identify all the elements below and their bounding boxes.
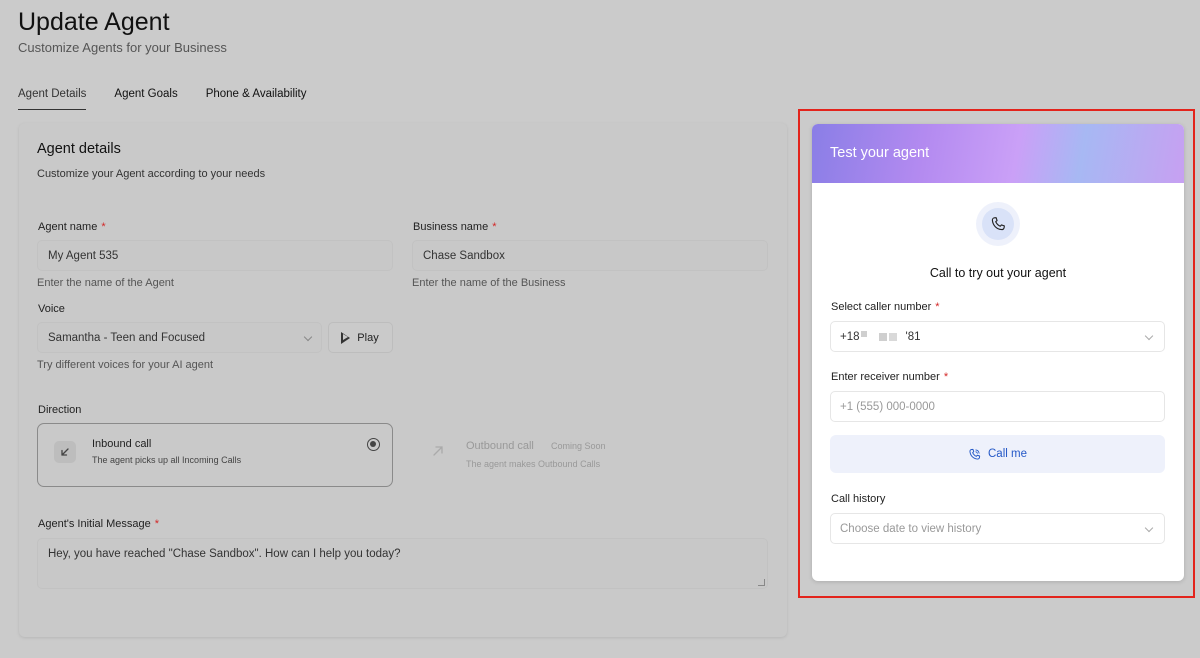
- redacted-block: [878, 332, 887, 341]
- caller-number-prefix: +18: [840, 330, 860, 343]
- agent-name-input[interactable]: My Agent 535: [37, 240, 393, 271]
- chevron-down-icon: [1144, 523, 1154, 533]
- inbound-radio[interactable]: [367, 438, 380, 451]
- call-me-button[interactable]: Call me: [830, 435, 1165, 473]
- test-agent-card: Test your agent Call to try out your age…: [812, 124, 1184, 581]
- voice-label: Voice: [38, 303, 65, 315]
- play-button-label: Play: [357, 331, 379, 344]
- voice-help: Try different voices for your AI agent: [37, 359, 214, 371]
- redacted-block: [888, 332, 897, 341]
- play-icon: [341, 331, 351, 344]
- inbound-call-desc: The agent picks up all Incoming Calls: [92, 455, 242, 465]
- outbound-call-desc: The agent makes Outbound Calls: [466, 459, 601, 469]
- test-agent-title: Test your agent: [830, 145, 930, 161]
- call-history-select[interactable]: Choose date to view history: [830, 513, 1165, 544]
- tab-bar: Agent Details Agent Goals Phone & Availa…: [18, 88, 307, 110]
- initial-message-value: Hey, you have reached "Chase Sandbox". H…: [48, 548, 401, 560]
- section-title: Agent details: [37, 141, 121, 157]
- phone-icon: [976, 202, 1020, 246]
- redacted-block: [860, 330, 867, 337]
- agent-name-help: Enter the name of the Agent: [37, 277, 174, 289]
- receiver-number-label: Enter receiver number *: [831, 371, 949, 383]
- caller-number-suffix: '81: [905, 330, 921, 343]
- call-history-placeholder: Choose date to view history: [840, 522, 982, 535]
- call-history-label: Call history: [831, 493, 886, 505]
- tab-phone-availability[interactable]: Phone & Availability: [206, 88, 307, 110]
- page-subtitle: Customize Agents for your Business: [18, 40, 227, 55]
- business-name-label: Business name *: [413, 221, 497, 233]
- coming-soon-badge: Coming Soon: [551, 441, 606, 451]
- tab-agent-goals[interactable]: Agent Goals: [114, 88, 177, 110]
- chevron-down-icon: [1144, 331, 1154, 341]
- voice-select[interactable]: Samantha - Teen and Focused: [37, 322, 322, 353]
- arrow-down-left-icon: [54, 441, 76, 463]
- play-voice-button[interactable]: Play: [328, 322, 393, 353]
- caller-number-label: Select caller number *: [831, 301, 940, 313]
- inbound-call-option[interactable]: Inbound call The agent picks up all Inco…: [37, 423, 393, 487]
- caller-number-select[interactable]: +18 '81: [830, 321, 1165, 352]
- agent-name-label: Agent name *: [38, 221, 106, 233]
- initial-message-textarea[interactable]: Hey, you have reached "Chase Sandbox". H…: [37, 538, 768, 589]
- section-description: Customize your Agent according to your n…: [37, 168, 266, 180]
- direction-label: Direction: [38, 404, 82, 416]
- initial-message-label: Agent's Initial Message *: [38, 518, 160, 530]
- resize-handle[interactable]: [758, 579, 765, 586]
- call-me-label: Call me: [988, 448, 1027, 460]
- business-name-help: Enter the name of the Business: [412, 277, 566, 289]
- receiver-number-input[interactable]: +1 (555) 000-0000: [830, 391, 1165, 422]
- business-name-input[interactable]: Chase Sandbox: [412, 240, 768, 271]
- chevron-down-icon: [303, 332, 313, 342]
- page-title: Update Agent: [18, 8, 170, 36]
- voice-select-value: Samantha - Teen and Focused: [48, 331, 206, 344]
- call-to-try-title: Call to try out your agent: [929, 266, 1067, 280]
- arrow-up-right-icon: [431, 444, 445, 458]
- phone-call-icon: [969, 448, 981, 460]
- outbound-call-title: Outbound call: [466, 440, 534, 452]
- inbound-call-title: Inbound call: [92, 438, 152, 450]
- test-agent-header: Test your agent: [812, 124, 1184, 183]
- tab-agent-details[interactable]: Agent Details: [18, 88, 87, 110]
